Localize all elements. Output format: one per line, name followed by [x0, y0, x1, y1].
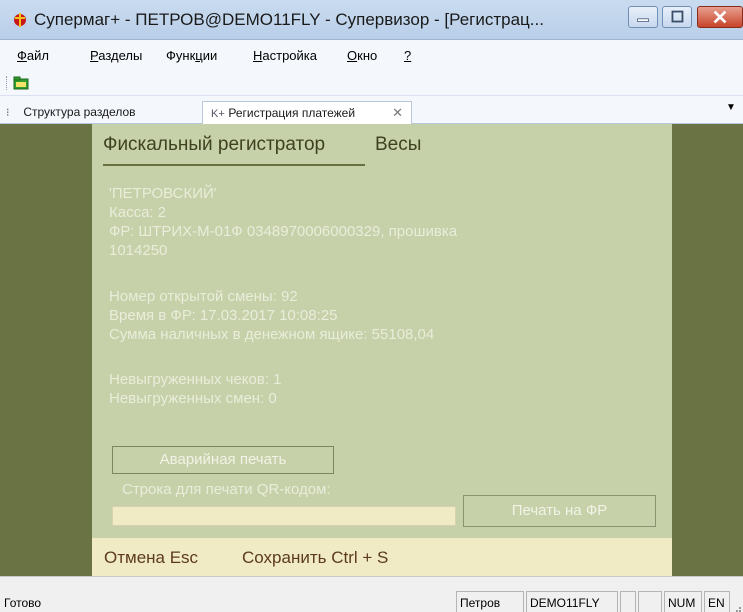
- fr-firmware: 1014250: [109, 242, 168, 259]
- tabs-dropdown-icon[interactable]: ▼: [726, 102, 736, 113]
- tab-kplus-icon: K+: [211, 108, 225, 120]
- maximize-button[interactable]: [662, 6, 692, 28]
- status-language: EN: [704, 591, 730, 612]
- toolbar-grip[interactable]: [6, 76, 9, 90]
- menu-sections[interactable]: Разделы: [90, 48, 142, 63]
- qr-string-label: Строка для печати QR-кодом:: [122, 481, 331, 498]
- kassa-number: Касса: 2: [109, 204, 167, 221]
- qr-string-input[interactable]: [112, 506, 456, 526]
- menu-functions[interactable]: Функции: [166, 48, 217, 63]
- menu-window-label: кно: [357, 48, 378, 63]
- client-area: Фискальный регистратор Весы 'ПЕТРОВСКИЙ'…: [0, 124, 743, 576]
- cash-drawer-sum: Сумма наличных в денежном ящике: 55108,0…: [109, 326, 435, 343]
- menu-file[interactable]: Файл: [17, 48, 49, 63]
- emergency-print-button[interactable]: Аварийная печать: [112, 446, 334, 474]
- window-title: Супермаг+ - ПЕТРОВ@DEMO11FLY - Супервизо…: [34, 10, 544, 29]
- status-bar: Готово Петров DEMO11FLY NUM EN: [0, 576, 743, 612]
- action-bar: Отмена Esc Сохранить Ctrl + S: [92, 538, 672, 576]
- tab-fiscal-registrar[interactable]: Фискальный регистратор: [103, 134, 325, 156]
- active-tab-underline: [103, 164, 365, 166]
- print-on-fr-button[interactable]: Печать на ФР: [463, 495, 656, 527]
- menu-functions-accel: ц: [195, 48, 203, 63]
- tab-payment-registration-label: Регистрация платежей: [228, 106, 356, 120]
- status-database: DEMO11FLY: [526, 591, 618, 612]
- maximize-icon: [671, 10, 684, 23]
- status-pane-empty-1: [620, 591, 636, 612]
- menu-file-label: айл: [26, 48, 49, 63]
- close-icon: [713, 10, 727, 24]
- menu-window-accel: О: [347, 48, 358, 63]
- resize-grip-icon[interactable]: [732, 603, 742, 612]
- tab-payment-registration[interactable]: K+ Регистрация платежей ✕: [202, 101, 412, 124]
- open-folder-icon[interactable]: [12, 74, 30, 92]
- app-logo-icon: [14, 13, 26, 27]
- title-bar: Супермаг+ - ПЕТРОВ@DEMO11FLY - Супервизо…: [0, 0, 743, 40]
- menu-help-accel: ?: [404, 48, 412, 63]
- menu-sections-label: азделы: [98, 48, 143, 63]
- fiscal-panel: Фискальный регистратор Весы 'ПЕТРОВСКИЙ'…: [92, 124, 672, 576]
- menu-window[interactable]: Окно: [347, 48, 377, 63]
- close-button[interactable]: [697, 6, 743, 28]
- open-shift-number: Номер открытой смены: 92: [109, 288, 298, 305]
- document-tabs: ⁝ Структура разделов K+ Регистрация плат…: [0, 96, 743, 124]
- unsent-shifts: Невыгруженных смен: 0: [109, 390, 277, 407]
- cancel-button[interactable]: Отмена Esc: [104, 548, 198, 568]
- tab-structure-label: Структура разделов: [23, 105, 136, 119]
- menu-sections-accel: Р: [90, 48, 99, 63]
- tab-close-icon[interactable]: ✕: [392, 105, 403, 121]
- menu-bar: Файл Разделы Функции Настройка Окно ?: [0, 40, 743, 70]
- menu-settings-label: астройка: [262, 48, 317, 63]
- tab-structure[interactable]: ⁝ Структура разделов: [6, 101, 194, 124]
- menu-help[interactable]: ?: [404, 48, 411, 63]
- unsent-checks: Невыгруженных чеков: 1: [109, 371, 282, 388]
- tree-icon: ⁝: [6, 107, 10, 119]
- menu-settings-accel: Н: [253, 48, 263, 63]
- status-pane-empty-2: [638, 591, 662, 612]
- menu-settings[interactable]: Настройка: [253, 48, 317, 63]
- store-name: 'ПЕТРОВСКИЙ': [109, 185, 217, 202]
- menu-functions-pre: Функ: [166, 48, 196, 63]
- status-ready: Готово: [4, 596, 42, 610]
- minimize-button[interactable]: [628, 6, 658, 28]
- minimize-icon: [637, 18, 649, 22]
- menu-file-accel: Ф: [17, 48, 27, 63]
- status-num-lock: NUM: [664, 591, 702, 612]
- menu-functions-label: ии: [202, 48, 218, 63]
- fr-model: ФР: ШТРИХ-М-01Ф 0348970006000329, прошив…: [109, 223, 458, 240]
- tab-scales[interactable]: Весы: [375, 134, 421, 156]
- fr-time: Время в ФР: 17.03.2017 10:08:25: [109, 307, 338, 324]
- status-user: Петров: [456, 591, 524, 612]
- save-button[interactable]: Сохранить Ctrl + S: [242, 548, 388, 568]
- toolbar: [0, 70, 743, 96]
